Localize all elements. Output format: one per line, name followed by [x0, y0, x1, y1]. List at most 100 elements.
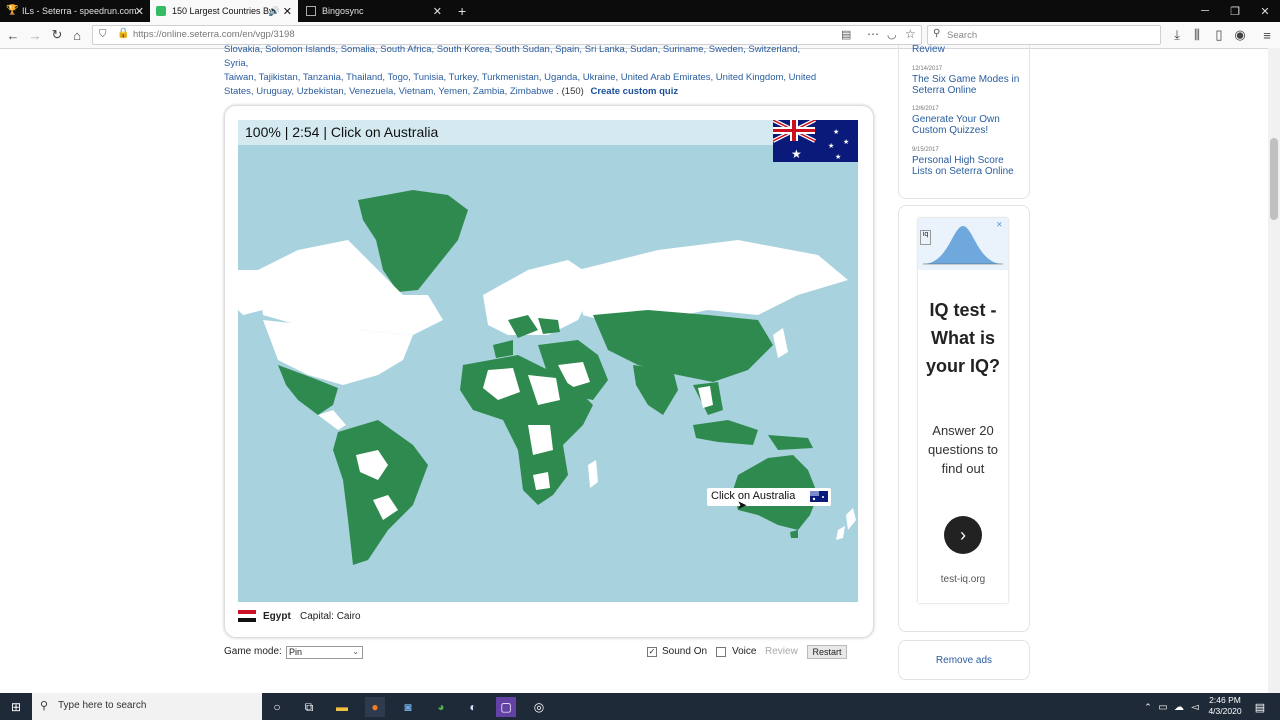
capital-value: Cairo [336, 611, 361, 622]
sound-checkbox[interactable]: ✓ [647, 647, 657, 657]
close-window-icon[interactable]: ✕ [1250, 0, 1280, 22]
app-icon[interactable]: ◙ [398, 697, 418, 717]
download-icon[interactable]: ⤓ [1168, 26, 1186, 44]
restore-icon[interactable]: ❐ [1220, 0, 1250, 22]
search-icon: ⚲ [40, 700, 49, 712]
back-icon[interactable]: ← [4, 26, 22, 44]
svg-text:★: ★ [843, 138, 849, 146]
task-view-icon[interactable]: ⧉ [299, 697, 319, 717]
map-country[interactable] [846, 508, 856, 530]
shield-icon[interactable]: ⛉ [99, 29, 107, 40]
sound-label: Sound On [662, 646, 708, 657]
tab-bingosync[interactable]: Bingosync ✕ [300, 0, 448, 22]
close-icon[interactable]: ✕ [135, 5, 144, 18]
menu-icon[interactable]: ≡ [1258, 26, 1276, 44]
ad-arrow-button[interactable]: › [944, 516, 982, 554]
map-country[interactable] [588, 460, 598, 488]
map-country[interactable] [333, 420, 428, 565]
restart-button[interactable]: Restart [807, 645, 847, 659]
more-icon[interactable]: ⋯ [867, 27, 879, 41]
review-button[interactable]: Review [765, 646, 798, 657]
mouse-cursor-icon: ➤ [737, 498, 748, 512]
close-icon[interactable]: ✕ [283, 5, 292, 18]
country-list-line[interactable]: Taiwan, Tajikistan, Tanzania, Thailand, … [224, 71, 824, 85]
pocket-icon[interactable]: ◡ [887, 28, 897, 41]
cortana-icon[interactable]: ○ [267, 697, 287, 717]
windows-start-icon[interactable]: ⊞ [6, 697, 26, 717]
clock-date: 4/3/2020 [1208, 706, 1242, 716]
firefox-icon[interactable]: ● [365, 697, 385, 717]
chrome-icon[interactable]: ◕ [431, 697, 451, 717]
file-explorer-icon[interactable]: ▬ [332, 697, 352, 717]
map-country[interactable] [790, 530, 798, 538]
svg-text:★: ★ [835, 153, 841, 161]
world-map[interactable] [238, 120, 858, 602]
minimize-icon[interactable]: ─ [1190, 0, 1220, 22]
ad-card[interactable]: iq ⨯ IQ test - What is your IQ? Answer 2… [918, 218, 1008, 603]
tab-title: 150 Largest Countries By Ar [172, 6, 272, 16]
obs-icon[interactable]: ◎ [529, 697, 549, 717]
game-status-bar: 100% | 2:54 | Click on Australia [238, 120, 858, 145]
country-list-line[interactable]: States, Uruguay, Uzbekistan, Venezuela, … [224, 86, 554, 97]
news-title[interactable]: The Six Game Modes in Seterra Online [912, 74, 1022, 96]
taskbar-clock[interactable]: 2:46 PM 4/3/2020 [1200, 695, 1250, 717]
tab-speedrun[interactable]: 🏆 ILs - Seterra - speedrun.com ✕ [0, 0, 150, 22]
seterra-icon [156, 6, 166, 16]
game-mode-label: Game mode: [224, 646, 282, 657]
reader-view-icon[interactable]: ▤ [841, 28, 851, 41]
account-icon[interactable]: ◉ [1231, 26, 1249, 44]
map-country[interactable] [836, 526, 845, 540]
search-placeholder: Search [947, 30, 978, 41]
sidebar-icon[interactable]: ▯ [1210, 26, 1228, 44]
page-icon [306, 6, 316, 16]
svg-text:★: ★ [828, 142, 834, 150]
map-country[interactable] [238, 270, 263, 315]
home-icon[interactable]: ⌂ [68, 26, 86, 44]
country-list: Slovakia, Solomon Islands, Somalia, Sout… [224, 43, 824, 99]
reload-icon[interactable]: ↻ [48, 26, 66, 44]
game-status-text: 100% | 2:54 | Click on Australia [245, 124, 439, 140]
tab-bar: 🏆 ILs - Seterra - speedrun.com ✕ 150 Lar… [0, 0, 1280, 22]
search-input[interactable]: ⚲ Search [927, 25, 1161, 45]
scrollbar-thumb[interactable] [1270, 138, 1278, 220]
game-mode-select[interactable]: Pin ⌄ [286, 646, 363, 659]
map-country[interactable] [773, 328, 788, 358]
create-custom-quiz-link[interactable]: Create custom quiz [590, 86, 678, 97]
twitch-icon[interactable]: ▢ [496, 697, 516, 717]
australia-flag-icon: ★ ★ ★ ★ ★ [772, 118, 858, 162]
forward-icon[interactable]: → [26, 26, 44, 44]
map-country[interactable] [493, 340, 513, 358]
close-icon[interactable]: ✕ [433, 5, 442, 18]
new-tab-button[interactable]: + [452, 0, 470, 22]
bookmark-star-icon[interactable]: ☆ [905, 27, 916, 41]
ad-domain[interactable]: test-iq.org [918, 574, 1008, 585]
map-country[interactable] [318, 410, 346, 430]
map-country[interactable] [633, 365, 678, 415]
map-country[interactable] [533, 472, 550, 490]
taskbar-search-input[interactable]: ⚲ Type here to search [32, 693, 262, 720]
notifications-icon[interactable]: ▤ [1250, 697, 1270, 717]
news-title[interactable]: Personal High Score Lists on Seterra Onl… [912, 155, 1022, 177]
steam-icon[interactable]: ◐ [463, 697, 483, 717]
url-bar[interactable]: ⛉ 🔒 https://online.seterra.com/en/vgp/31… [92, 25, 922, 45]
country-list-line[interactable]: Slovakia, Solomon Islands, Somalia, Sout… [224, 43, 824, 71]
speaker-icon[interactable]: 🔊 [269, 6, 280, 17]
voice-checkbox[interactable] [716, 647, 726, 657]
tooltip-text: Click on Australia [711, 490, 796, 502]
map-country[interactable] [693, 420, 758, 445]
map-country[interactable] [593, 310, 773, 382]
country-count: . (150) [556, 86, 584, 97]
world-map-svg[interactable] [238, 120, 858, 602]
lock-icon[interactable]: 🔒 [117, 28, 129, 39]
ad-close-icon[interactable]: ⨯ [996, 220, 1003, 229]
remove-ads-link[interactable]: Remove ads [898, 640, 1030, 680]
news-partial-title[interactable]: Review [912, 44, 1022, 55]
library-icon[interactable]: ⫼ [1188, 26, 1206, 44]
map-country[interactable] [768, 435, 813, 450]
tab-seterra[interactable]: 150 Largest Countries By Ar 🔊 ✕ [150, 0, 298, 22]
map-country[interactable] [578, 240, 848, 325]
news-date: 12/6/2017 [912, 106, 939, 112]
news-title[interactable]: Generate Your Own Custom Quizzes! [912, 114, 1022, 136]
tab-title: ILs - Seterra - speedrun.com [22, 6, 137, 16]
ad-headline[interactable]: IQ test - What is your IQ? [918, 296, 1008, 380]
